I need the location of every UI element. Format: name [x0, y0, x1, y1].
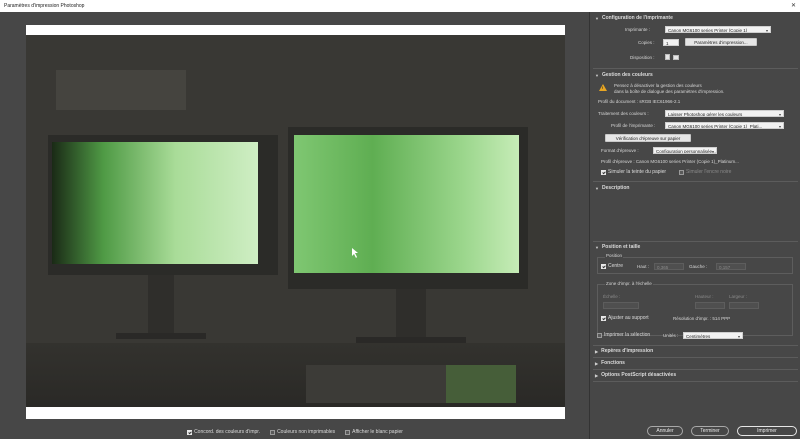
chevron-down-icon: ▾	[711, 149, 714, 154]
height-label: Hauteur :	[695, 294, 714, 299]
top-label: Haut :	[637, 264, 650, 269]
scale-label: Échelle :	[603, 294, 621, 299]
printer-profile-select[interactable]: Canon MG6100 series Printer (Copie 1)_Pl…	[665, 122, 784, 129]
cancel-button[interactable]: Annuler	[647, 426, 683, 436]
print-settings-button[interactable]: Paramètres d'impression...	[685, 38, 757, 46]
color-handling-label: Traitement des couleurs :	[598, 111, 649, 116]
preview-options: Concord. des couleurs d'impr. Couleurs n…	[0, 425, 590, 439]
units-label: Unités :	[663, 333, 679, 338]
fit-media-checkbox[interactable]: Ajuster au support	[601, 315, 649, 321]
checkbox-checked-icon	[601, 263, 606, 269]
simulate-black-checkbox[interactable]: Simuler l'encre noire	[679, 169, 731, 175]
out-of-gamut-checkbox[interactable]: Couleurs non imprimables	[270, 429, 335, 435]
print-color-match-checkbox[interactable]: Concord. des couleurs d'impr.	[187, 429, 260, 435]
functions-header[interactable]: ▶ Fonctions	[595, 359, 625, 367]
position-label: Position	[605, 253, 624, 258]
paper-preview	[26, 25, 565, 419]
checkbox-checked-icon	[601, 315, 606, 321]
chevron-down-icon: ▾	[765, 28, 768, 33]
checkbox-checked-icon	[601, 169, 606, 175]
scaled-print-group	[597, 284, 793, 336]
printer-label: Imprimante :	[625, 27, 651, 32]
simulate-paper-checkbox[interactable]: Simuler la teinte du papier	[601, 169, 666, 175]
paper-white-checkbox[interactable]: Afficher le blanc papier	[345, 429, 403, 435]
warning-text-line1: Pensez à désactiver la gestion des coule…	[614, 83, 702, 88]
proof-profile: Profil d'épreuve : Canon MG6100 series P…	[601, 159, 739, 164]
color-handling-select[interactable]: Laisser Photoshop gérer les couleurs ▾	[665, 110, 784, 117]
collapsed-arrow-icon: ▶	[595, 360, 599, 366]
print-marks-header[interactable]: ▶ Repères d'impression	[595, 347, 653, 355]
center-checkbox[interactable]: Centre	[601, 263, 623, 269]
proof-format-select[interactable]: Configuration personnalisée... ▾	[653, 147, 717, 154]
done-button[interactable]: Terminer	[691, 426, 729, 436]
preview-area: Concord. des couleurs d'impr. Couleurs n…	[0, 12, 590, 439]
print-dialog: Concord. des couleurs d'impr. Couleurs n…	[0, 12, 800, 439]
position-size-header[interactable]: ▼ Position et taille	[595, 243, 640, 251]
left-monitor-screen	[52, 142, 258, 264]
units-select[interactable]: Centimètres ▾	[683, 332, 743, 339]
document-profile: Profil du document : sRGB IEC61966-2.1	[598, 99, 681, 104]
left-input[interactable]: 0,157	[716, 263, 746, 270]
printer-profile-label: Profil de l'imprimante :	[611, 123, 656, 128]
settings-panel: ▼ Configuration de l'imprimante Impriman…	[591, 12, 800, 418]
expanded-arrow-icon: ▼	[595, 244, 599, 250]
checkbox-unchecked-icon	[345, 429, 351, 435]
window-title: Paramètres d'impression Photoshop	[4, 3, 85, 9]
height-input[interactable]	[695, 302, 725, 309]
width-input[interactable]	[729, 302, 759, 309]
proof-format-label: Format d'épreuve :	[601, 148, 639, 153]
chevron-down-icon: ▾	[778, 124, 781, 129]
checkbox-checked-icon	[187, 429, 193, 435]
checkbox-unchecked-icon	[597, 332, 602, 338]
postscript-options-header[interactable]: ▶ Options PostScript désactivées	[595, 371, 676, 379]
color-management-header[interactable]: ▼ Gestion des couleurs	[595, 71, 653, 79]
print-resolution: Résolution d'impr. : 514 PPP	[673, 316, 731, 321]
right-monitor-screen	[294, 135, 519, 273]
expanded-arrow-icon: ▼	[595, 15, 599, 21]
description-header[interactable]: ▼ Description	[595, 184, 629, 192]
expanded-arrow-icon: ▼	[595, 185, 599, 191]
collapsed-arrow-icon: ▶	[595, 372, 599, 378]
scale-input[interactable]	[603, 302, 639, 309]
back-frame	[56, 70, 186, 110]
layout-label: Disposition :	[630, 55, 655, 60]
checkbox-unchecked-icon	[679, 169, 684, 175]
printer-select[interactable]: Canon MG6100 series Printer (Copie 1) ▾	[665, 26, 771, 33]
collapsed-arrow-icon: ▶	[595, 348, 599, 354]
copies-input[interactable]: 1	[663, 39, 679, 46]
proof-setup-button[interactable]: Vérification d'épreuve sur papier	[605, 134, 691, 142]
expanded-arrow-icon: ▼	[595, 72, 599, 78]
checkbox-unchecked-icon	[270, 429, 276, 435]
top-input[interactable]: 0,365	[654, 263, 684, 270]
chevron-down-icon: ▾	[737, 334, 740, 339]
portrait-orientation-icon[interactable]	[665, 54, 670, 60]
landscape-orientation-icon[interactable]	[673, 55, 679, 60]
warning-text-line2: dans la boîte de dialogue des paramètres…	[614, 89, 725, 94]
photo-image	[26, 35, 565, 407]
title-bar: Paramètres d'impression Photoshop ✕	[0, 0, 800, 12]
close-icon[interactable]: ✕	[791, 2, 796, 10]
width-label: Largeur :	[729, 294, 748, 299]
copies-label: Copies :	[638, 40, 655, 45]
print-button[interactable]: Imprimer	[737, 426, 797, 436]
warning-icon	[599, 84, 607, 91]
left-label: Gauche :	[689, 264, 708, 269]
dialog-footer: Annuler Terminer Imprimer	[591, 418, 800, 439]
print-selection-checkbox[interactable]: Imprimer la sélection	[597, 332, 650, 338]
photo-preview	[26, 35, 565, 407]
chevron-down-icon: ▾	[778, 112, 781, 117]
printer-setup-header[interactable]: ▼ Configuration de l'imprimante	[595, 14, 673, 22]
scaled-print-label: Zone d'impr. à l'échelle	[605, 281, 653, 286]
